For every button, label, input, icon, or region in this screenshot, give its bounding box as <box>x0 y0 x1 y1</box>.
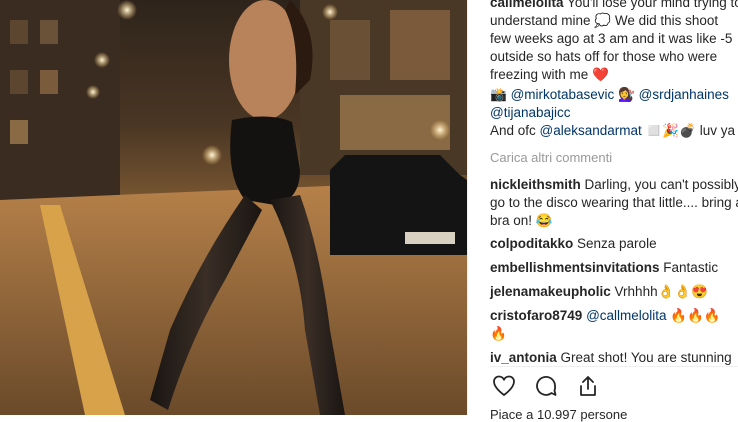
comments-panel: callmelolita You'll lose your mind tryin… <box>468 0 738 415</box>
actions-divider <box>490 366 738 367</box>
comment-text-line: go to the disco wearing that little.... … <box>490 195 738 210</box>
credits-line: @tijanabajicc <box>490 104 571 122</box>
caption-username[interactable]: callmelolita <box>490 0 564 10</box>
comment-item: colpoditakko Senza parole <box>490 235 657 253</box>
comment-username[interactable]: jelenamakeupholic <box>490 284 611 299</box>
caption-line: freezing with me ❤️ <box>490 67 609 82</box>
post-photo[interactable] <box>0 0 467 415</box>
load-more-comments-button[interactable]: Carica altri commenti <box>490 149 612 167</box>
credits-line: 📸 @mirkotabasevic 💇‍♀️ @srdjanhaines <box>490 86 729 104</box>
comment-text-line: bra on! 😂 <box>490 213 553 228</box>
mention-link[interactable]: @tijanabajicc <box>490 105 571 120</box>
mention-link[interactable]: @callmelolita <box>586 308 666 323</box>
caption-line: few weeks ago at 3 am and it was like -5 <box>490 31 733 46</box>
mention-link[interactable]: @srdjanhaines <box>639 87 729 102</box>
comment-text: Fantastic <box>659 260 719 275</box>
comment-item: embellishmentsinvitations Fantastic <box>490 259 718 277</box>
like-button[interactable] <box>490 372 518 400</box>
comment-username[interactable]: nickleithsmith <box>490 177 581 192</box>
credits-line: And ofc @aleksandarmat ◻️🎉💣 luv ya <box>490 122 735 140</box>
credits-prefix: And ofc <box>490 123 540 138</box>
mention-link[interactable]: @aleksandarmat <box>540 123 642 138</box>
comment-username[interactable]: colpoditakko <box>490 236 573 251</box>
comment-text: 🔥🔥🔥 <box>666 308 721 323</box>
comment-text: Darling, you can't possibly <box>580 177 738 192</box>
comment-item: nickleithsmith Darling, you can't possib… <box>490 176 738 194</box>
comment-username[interactable]: cristofaro8749 <box>490 308 582 323</box>
comment-text-line: 🔥 <box>490 326 507 341</box>
post-actions-bar <box>490 372 602 402</box>
comment-icon <box>536 375 557 396</box>
night-street-photo <box>0 0 467 415</box>
comment-username[interactable]: iv_antonia <box>490 350 557 365</box>
comment-text: Great shot! You are stunning <box>556 350 732 365</box>
comment-button[interactable] <box>532 372 560 400</box>
caption-text: You'll lose your mind trying to <box>563 0 738 10</box>
caption-line: understand mine 💭 We did this shoot <box>490 13 719 28</box>
comment-item: jelenamakeupholic Vrhhhh👌👌😍 <box>490 283 708 301</box>
share-button[interactable] <box>574 372 602 400</box>
comment-text: Senza parole <box>573 236 657 251</box>
comment-item: iv_antonia Great shot! You are stunning <box>490 349 732 367</box>
caption-line: outside so hats off for those who were <box>490 49 718 64</box>
hair-emoji: 💇‍♀️ <box>614 87 639 102</box>
credits-suffix: ◻️🎉💣 luv ya <box>641 123 735 138</box>
caption-line: callmelolita You'll lose your mind tryin… <box>490 0 738 12</box>
share-icon <box>580 376 596 396</box>
comment-username[interactable]: embellishmentsinvitations <box>490 260 660 275</box>
heart-icon <box>493 375 515 397</box>
camera-emoji: 📸 <box>490 87 511 102</box>
mention-link[interactable]: @mirkotabasevic <box>511 87 615 102</box>
comment-item: cristofaro8749 @callmelolita 🔥🔥🔥 <box>490 307 721 325</box>
comment-text: Vrhhhh👌👌😍 <box>610 284 709 299</box>
